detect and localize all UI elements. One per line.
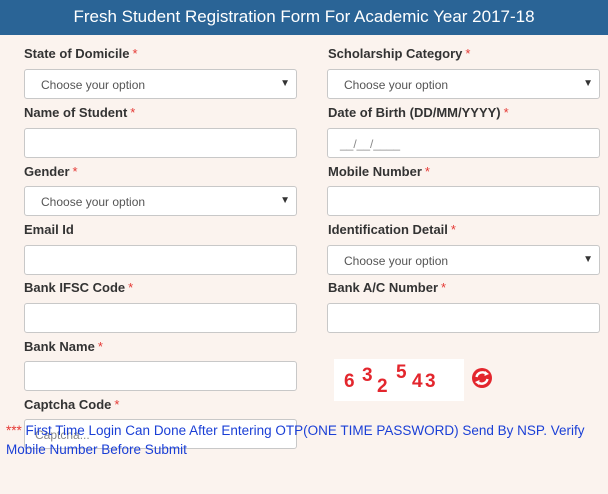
caret-down-icon: ▼	[583, 254, 593, 265]
email-id-input[interactable]	[24, 245, 297, 275]
required-mark: *	[97, 339, 103, 354]
identification-detail-select[interactable]: Choose your option ▼	[327, 245, 600, 275]
form-title: Fresh Student Registration Form For Acad…	[73, 7, 535, 26]
notice-text: First Time Login Can Done After Entering…	[6, 423, 585, 457]
mobile-number-input[interactable]	[327, 186, 600, 216]
bank-ifsc-code-label: Bank IFSC Code *	[24, 280, 134, 295]
captcha-char: 6	[344, 371, 355, 392]
caret-down-icon: ▼	[583, 78, 593, 89]
caret-down-icon: ▼	[280, 78, 290, 89]
gender-label: Gender *	[24, 164, 78, 179]
required-mark: *	[128, 280, 134, 295]
bank-name-label: Bank Name *	[24, 339, 103, 354]
bank-ac-number-label: Bank A/C Number *	[328, 280, 447, 295]
bank-ifsc-code-input[interactable]	[24, 303, 297, 333]
date-of-birth-label: Date of Birth (DD/MM/YYYY) *	[328, 105, 509, 120]
required-mark: *	[465, 46, 471, 61]
bank-name-input[interactable]	[24, 361, 297, 391]
gender-select[interactable]: Choose your option ▼	[24, 186, 297, 216]
captcha-code-label: Captcha Code *	[24, 397, 120, 412]
scholarship-category-select[interactable]: Choose your option ▼	[327, 69, 600, 99]
captcha-char: 5	[396, 362, 407, 383]
required-mark: *	[450, 222, 456, 237]
state-of-domicile-select[interactable]: Choose your option ▼	[24, 69, 297, 99]
captcha-image: 6 3 2 5 4 3	[334, 359, 464, 401]
required-mark: *	[424, 164, 430, 179]
captcha-char: 4	[412, 371, 423, 392]
bank-ac-number-input[interactable]	[327, 303, 600, 333]
required-mark: *	[72, 164, 78, 179]
scholarship-category-label: Scholarship Category *	[328, 46, 471, 61]
captcha-char: 3	[425, 371, 436, 392]
state-of-domicile-label: State of Domicile *	[24, 46, 138, 61]
notice-stars: ***	[6, 423, 22, 438]
required-mark: *	[441, 280, 447, 295]
required-mark: *	[132, 46, 138, 61]
name-of-student-input[interactable]	[24, 128, 297, 158]
identification-detail-label: Identification Detail *	[328, 222, 456, 237]
mobile-number-label: Mobile Number *	[328, 164, 430, 179]
otp-notice: *** First Time Login Can Done After Ente…	[6, 421, 606, 459]
required-mark: *	[503, 105, 509, 120]
form-header: Fresh Student Registration Form For Acad…	[0, 0, 608, 35]
required-mark: *	[130, 105, 136, 120]
name-of-student-label: Name of Student *	[24, 105, 136, 120]
captcha-char: 3	[362, 365, 373, 386]
required-mark: *	[114, 397, 120, 412]
caret-down-icon: ▼	[280, 195, 290, 206]
refresh-icon[interactable]	[470, 366, 494, 390]
email-id-label: Email Id	[24, 222, 74, 237]
date-of-birth-input[interactable]: __/__/____	[327, 128, 600, 158]
captcha-char: 2	[377, 376, 388, 397]
